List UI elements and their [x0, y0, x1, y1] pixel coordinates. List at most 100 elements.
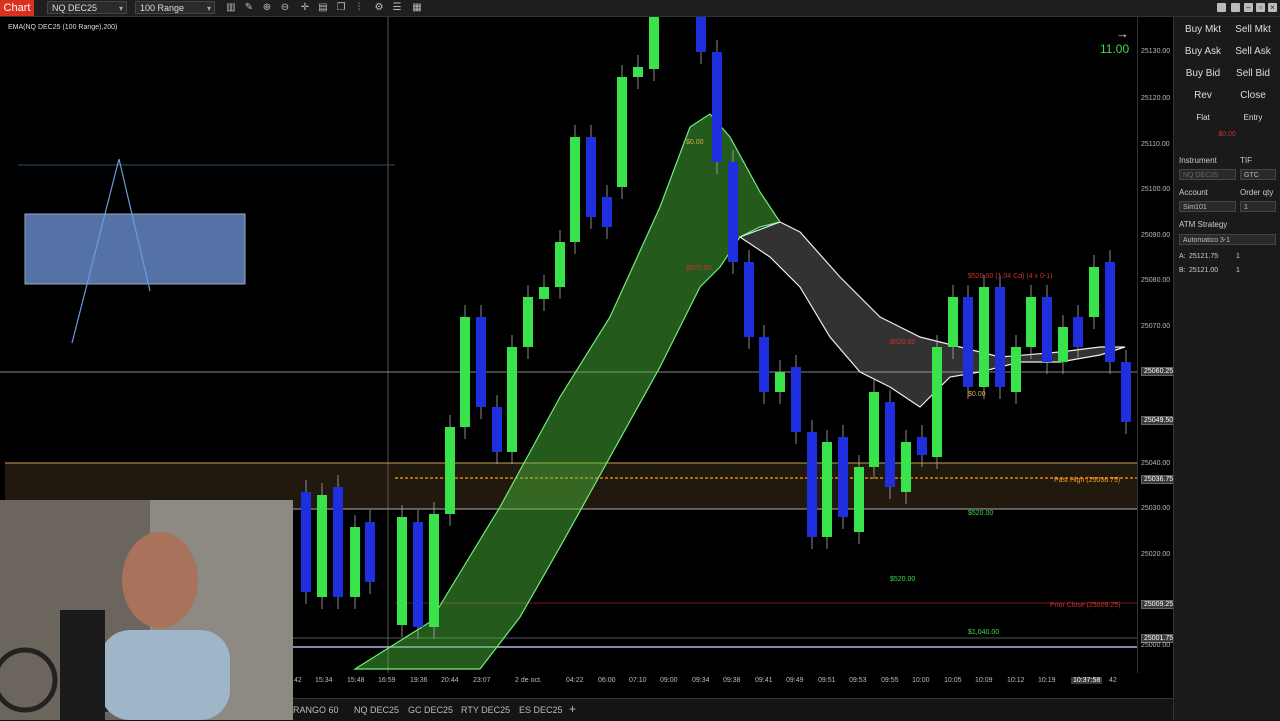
zoom-in-icon[interactable]: ⊕ — [260, 1, 274, 15]
chevron-down-icon: ▾ — [118, 4, 123, 13]
add-tab-icon[interactable]: + — [569, 702, 576, 716]
close-position-button[interactable]: Close — [1230, 90, 1276, 101]
y-tick: 25030.00 — [1141, 505, 1171, 512]
candle-body — [1121, 362, 1131, 422]
bars-icon[interactable]: ⫶ — [352, 1, 366, 15]
candle-body — [365, 522, 375, 582]
candle-body — [791, 367, 801, 432]
x-tick: 15:48 — [347, 677, 365, 684]
account-select-value: Sim101 — [1183, 204, 1207, 211]
copy-icon[interactable]: ❐ — [334, 1, 348, 15]
pnl-mid-red-label: $520.00 — [890, 339, 916, 346]
candle-body — [570, 137, 580, 242]
tif-select[interactable]: GTC — [1240, 169, 1276, 180]
candle-body — [932, 347, 942, 457]
candle-body — [413, 522, 423, 627]
properties-icon[interactable]: ▤ — [316, 1, 330, 15]
minimize-icon[interactable]: – — [1244, 3, 1253, 12]
pnl-top-label: $0.00 — [686, 139, 704, 146]
sell-ask-button[interactable]: Sell Ask — [1230, 46, 1276, 57]
x-tick: 23:07 — [473, 677, 491, 684]
tab-gc-dec25[interactable]: GC DEC25 — [408, 705, 453, 715]
list-icon[interactable]: ☰ — [390, 1, 404, 15]
x-tick: 09:38 — [723, 677, 741, 684]
pin-icon[interactable] — [1217, 3, 1226, 12]
candle-body — [492, 407, 502, 452]
candle-body — [1011, 347, 1021, 392]
instrument-selector[interactable]: NQ DEC25 ▾ — [47, 1, 127, 14]
candle-body — [617, 77, 627, 187]
y-tick: 25130.00 — [1141, 48, 1171, 55]
unrealized-pnl: $0.00 — [1218, 131, 1236, 138]
zoom-out-icon[interactable]: ⊖ — [278, 1, 292, 15]
chart-toolbar: Chart NQ DEC25 ▾ 100 Range ▾ ▥ ✎ ⊕ ⊖ ✛ ▤… — [0, 0, 1280, 17]
candle-body — [838, 437, 848, 517]
grid-icon[interactable]: ▦ — [410, 1, 424, 15]
x-tick: 04:22 — [566, 677, 584, 684]
y-tick: 25080.00 — [1141, 277, 1171, 284]
reverse-button[interactable]: Rev — [1180, 90, 1226, 101]
account-select[interactable]: Sim101 — [1179, 201, 1236, 212]
y-tick: 25100.00 — [1141, 186, 1171, 193]
crosshair-icon[interactable]: ✛ — [298, 1, 312, 15]
buy-mkt-button[interactable]: Buy Mkt — [1180, 24, 1226, 35]
x-tick: 07:10 — [629, 677, 647, 684]
tab-rty-dec25[interactable]: RTY DEC25 — [461, 705, 510, 715]
candle-body — [507, 347, 517, 452]
bid-qty: 1 — [1236, 267, 1240, 274]
bid-price: 25121.00 — [1189, 267, 1219, 274]
rectangle-drawing[interactable] — [24, 213, 246, 285]
atm-strategy-select[interactable]: Automatico 3-1 — [1179, 234, 1276, 245]
time-axis[interactable]: 42 15:34 15:48 16:59 19:36 20:44 23:07 2… — [293, 673, 1137, 689]
window-icon[interactable] — [1231, 3, 1240, 12]
candle-body — [555, 242, 565, 287]
x-tick: 10:00 — [912, 677, 930, 684]
past-high-label: Past High (25036.75) — [1054, 477, 1121, 484]
buy-ask-button[interactable]: Buy Ask — [1180, 46, 1226, 57]
sell-bid-button[interactable]: Sell Bid — [1230, 68, 1276, 79]
y-tick-crosshair: 25060.25 — [1141, 367, 1177, 376]
buy-bid-button[interactable]: Buy Bid — [1180, 68, 1226, 79]
ask-price: 25121.75 — [1189, 253, 1219, 260]
bar-type-selector[interactable]: 100 Range ▾ — [135, 1, 215, 14]
sell-mkt-button[interactable]: Sell Mkt — [1230, 24, 1276, 35]
x-tick: 42 — [294, 677, 302, 684]
pnl-1040-label: $1,040.00 — [968, 629, 1000, 636]
maximize-icon[interactable]: ▫ — [1256, 3, 1265, 12]
close-icon[interactable]: × — [1268, 3, 1277, 12]
x-tick: 15:34 — [315, 677, 333, 684]
candle-body — [1105, 262, 1115, 362]
order-qty-stepper[interactable]: 1 — [1240, 201, 1276, 212]
strategy-icon[interactable]: ⚙ — [372, 1, 386, 15]
chart-tab[interactable]: Chart — [0, 0, 34, 16]
candle-body — [995, 287, 1005, 387]
atm-strategy-label: ATM Strategy — [1179, 220, 1228, 229]
y-tick-current: 25049.50 — [1141, 416, 1177, 425]
bar-style-icon[interactable]: ▥ — [224, 1, 238, 15]
x-tick: 09:49 — [786, 677, 804, 684]
instrument-label: Instrument — [1179, 156, 1217, 165]
ask-label: A: — [1179, 253, 1186, 260]
candle-body — [1073, 317, 1083, 347]
order-qty-label: Order qty — [1240, 188, 1274, 197]
bid-label: B: — [1179, 267, 1186, 274]
tab-nq-dec25[interactable]: NQ DEC25 — [354, 705, 399, 715]
candle-body — [917, 437, 927, 455]
draw-icon[interactable]: ✎ — [242, 1, 256, 15]
candle-body — [948, 297, 958, 347]
candle-body — [429, 514, 439, 627]
tab-es-dec25[interactable]: ES DEC25 — [519, 705, 563, 715]
pnl-520-label: $520.00 — [968, 510, 994, 517]
price-axis[interactable]: 25130.00 25120.00 25110.00 25100.00 2509… — [1137, 17, 1177, 673]
instrument-field[interactable]: NQ DEC25 — [1179, 169, 1236, 180]
candle-body — [397, 517, 407, 625]
x-tick: 16:59 — [378, 677, 396, 684]
x-tick: 42 — [1109, 677, 1117, 684]
candle-body — [712, 52, 722, 162]
x-tick: 09:00 — [660, 677, 678, 684]
x-tick: 10:12 — [1007, 677, 1025, 684]
webcam-illustration — [0, 500, 293, 720]
tab-rango-60[interactable]: RANGO 60 — [293, 705, 339, 715]
x-tick: 09:34 — [692, 677, 710, 684]
y-tick-past-high: 25036.75 — [1141, 475, 1177, 484]
